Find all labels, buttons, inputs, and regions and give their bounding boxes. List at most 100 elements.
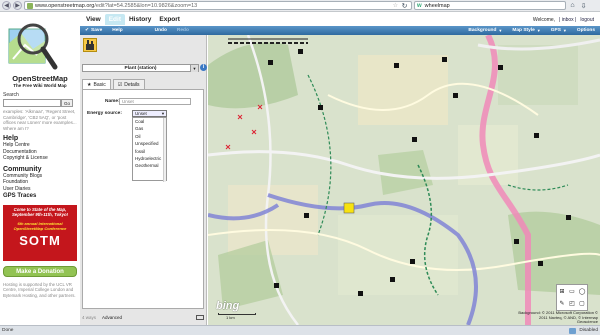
scale-label: 1 km [226, 315, 235, 320]
chevron-down-icon: ▼ [498, 28, 503, 33]
option-geothermal[interactable]: Geothermal [133, 162, 166, 169]
search-engine-name: wheelmap [424, 2, 450, 9]
gps-traces-link[interactable]: GPS Traces [3, 193, 77, 199]
keyboard-icon[interactable] [196, 314, 204, 320]
tool-circle[interactable]: ◯ [577, 285, 587, 298]
power-plant-icon [83, 38, 97, 52]
status-right-text: Disabled [579, 328, 598, 333]
bing-logo: bing [216, 300, 240, 312]
community-heading: Community [3, 165, 42, 173]
energy-source-dropdown[interactable]: Unset ▼ [132, 110, 167, 117]
sotm-banner-title: SOTM [19, 233, 61, 248]
background-menu[interactable]: Background ▼ [463, 28, 507, 33]
chevron-down-icon: ▼ [562, 28, 567, 33]
basic-tab-content: Name: Unset Energy source: Unset ▼ Coal … [82, 89, 204, 309]
download-icon[interactable]: ⇩ [579, 1, 588, 10]
tab-details-label: Details [124, 81, 140, 88]
option-coal[interactable]: Coal [133, 118, 166, 125]
star-icon: ★ [87, 81, 92, 88]
home-icon[interactable]: ⌂ [568, 1, 577, 10]
inbox-link[interactable]: | inbox | [559, 17, 576, 23]
hosting-note: Hosting is supported by the UCL VR Centr… [3, 282, 76, 298]
aerial-map[interactable] [208, 35, 600, 325]
undo-button[interactable]: Undo [150, 28, 172, 33]
selection-info: 4 ways [82, 314, 97, 320]
addon-icon[interactable] [569, 327, 577, 334]
name-label: Name: [105, 99, 120, 104]
tab-edit[interactable]: Edit [104, 14, 125, 25]
map-style-menu[interactable]: Map Style ▼ [507, 28, 545, 33]
community-link-diaries[interactable]: User Diaries [3, 186, 77, 193]
scale-bar [218, 313, 256, 315]
tab-history[interactable]: History [125, 14, 155, 25]
browser-toolbar: ◀ ▶ www.openstreetmap.org/edit?lat=54.25… [0, 0, 600, 12]
bookmark-star-icon[interactable]: ☆ [393, 2, 398, 9]
options-label: Options [576, 28, 595, 33]
back-icon[interactable]: ◀ [2, 1, 11, 10]
logout-link[interactable]: logout [580, 17, 594, 23]
browser-search-box[interactable]: w wheelmap [414, 1, 566, 10]
tab-basic-label: Basic [93, 81, 106, 88]
tool-area[interactable]: ◰ [567, 298, 577, 311]
favicon-icon [27, 2, 33, 9]
search-engine-icon: w [417, 2, 422, 9]
option-hydroelectric[interactable]: Hydroelectric [133, 155, 166, 162]
map-style-label: Map Style [512, 28, 535, 33]
option-oil[interactable]: Oil [133, 133, 166, 140]
preset-value: Plant (station) [124, 66, 157, 71]
url-path: /edit?lat=54.2585&lon=10.9826&zoom=13 [94, 2, 198, 9]
donate-button[interactable]: Make a Donation [3, 266, 77, 277]
osm-sidebar: OpenStreetMap The Free Wiki World Map Se… [0, 13, 80, 322]
gps-menu[interactable]: GPS ▼ [546, 28, 572, 33]
chevron-down-icon[interactable]: ▼ [190, 65, 198, 72]
sotm-banner-line2: 6th annual International OpenStreetMap C… [13, 221, 67, 231]
map-attribution: Background: © 2011 Microsoft Corporation… [518, 310, 598, 324]
gps-label: GPS [550, 28, 561, 33]
options-menu[interactable]: Options [572, 28, 600, 33]
energy-source-label: Energy source: [87, 111, 122, 116]
help-button[interactable]: Help [107, 28, 127, 33]
map-canvas[interactable]: bing 1 km Background: © 2011 Microsoft C… [208, 35, 600, 325]
address-bar[interactable]: www.openstreetmap.org/edit?lat=54.2585&l… [24, 1, 412, 10]
status-text: Done [2, 328, 14, 333]
energy-source-options: Coal Gas Oil Unspecified fossil Hydroele… [132, 117, 167, 182]
name-field[interactable]: Unset [119, 98, 191, 105]
search-label: Search [3, 92, 19, 98]
save-label: Save [91, 28, 103, 33]
background-label: Background [468, 28, 497, 33]
osm-search-input[interactable] [3, 99, 61, 107]
tab-details[interactable]: ☑ Details [112, 79, 145, 89]
redo-button[interactable]: Redo [172, 28, 194, 33]
editor-toolbar: ✔ Save Help Undo Redo Background ▼ Map Sty… [80, 26, 600, 35]
go-button[interactable]: Go [61, 99, 73, 107]
energy-source-value: Unset [135, 111, 147, 116]
save-button[interactable]: ✔ Save [80, 28, 107, 33]
tool-shape[interactable]: ▢ [577, 298, 587, 311]
options-scrollbar[interactable] [163, 118, 166, 182]
forward-icon[interactable]: ▶ [13, 1, 22, 10]
tab-export[interactable]: Export [155, 14, 184, 25]
drawing-tools: ⊞ ▭ ◯ ✎ ◰ ▢ [556, 284, 588, 311]
info-icon[interactable]: i [200, 64, 207, 71]
search-examples: examples: 'Alkmaar', 'Regent Street, Cam… [3, 109, 77, 131]
option-gas[interactable]: Gas [133, 125, 166, 132]
tab-basic[interactable]: ★ Basic [82, 79, 111, 89]
tab-view[interactable]: View [82, 14, 105, 25]
welcome-text: Welcome, [532, 16, 556, 23]
save-icon: ✔ [85, 28, 90, 33]
osm-logo-icon[interactable] [3, 19, 59, 71]
chevron-down-icon: ▼ [536, 28, 541, 33]
brand-name[interactable]: OpenStreetMap [3, 74, 77, 83]
sotm-banner-line1: Come to State of the Map, September 9th-… [11, 207, 69, 217]
tool-draw[interactable]: ✎ [557, 298, 567, 311]
preset-dropdown[interactable]: Plant (station) ▼ [82, 64, 199, 72]
option-unspecified-fossil[interactable]: Unspecified fossil [133, 140, 166, 155]
reload-icon[interactable]: ↻ [400, 2, 409, 10]
advanced-button[interactable]: Advanced [102, 315, 122, 320]
help-heading: Help [3, 135, 19, 142]
help-link-copyright[interactable]: Copyright & License [3, 155, 77, 162]
sotm-banner[interactable]: Come to State of the Map, September 9th-… [3, 205, 77, 261]
tool-rectangle[interactable]: ▭ [567, 285, 577, 298]
checkbox-icon: ☑ [117, 81, 123, 88]
tool-select[interactable]: ⊞ [557, 285, 567, 298]
